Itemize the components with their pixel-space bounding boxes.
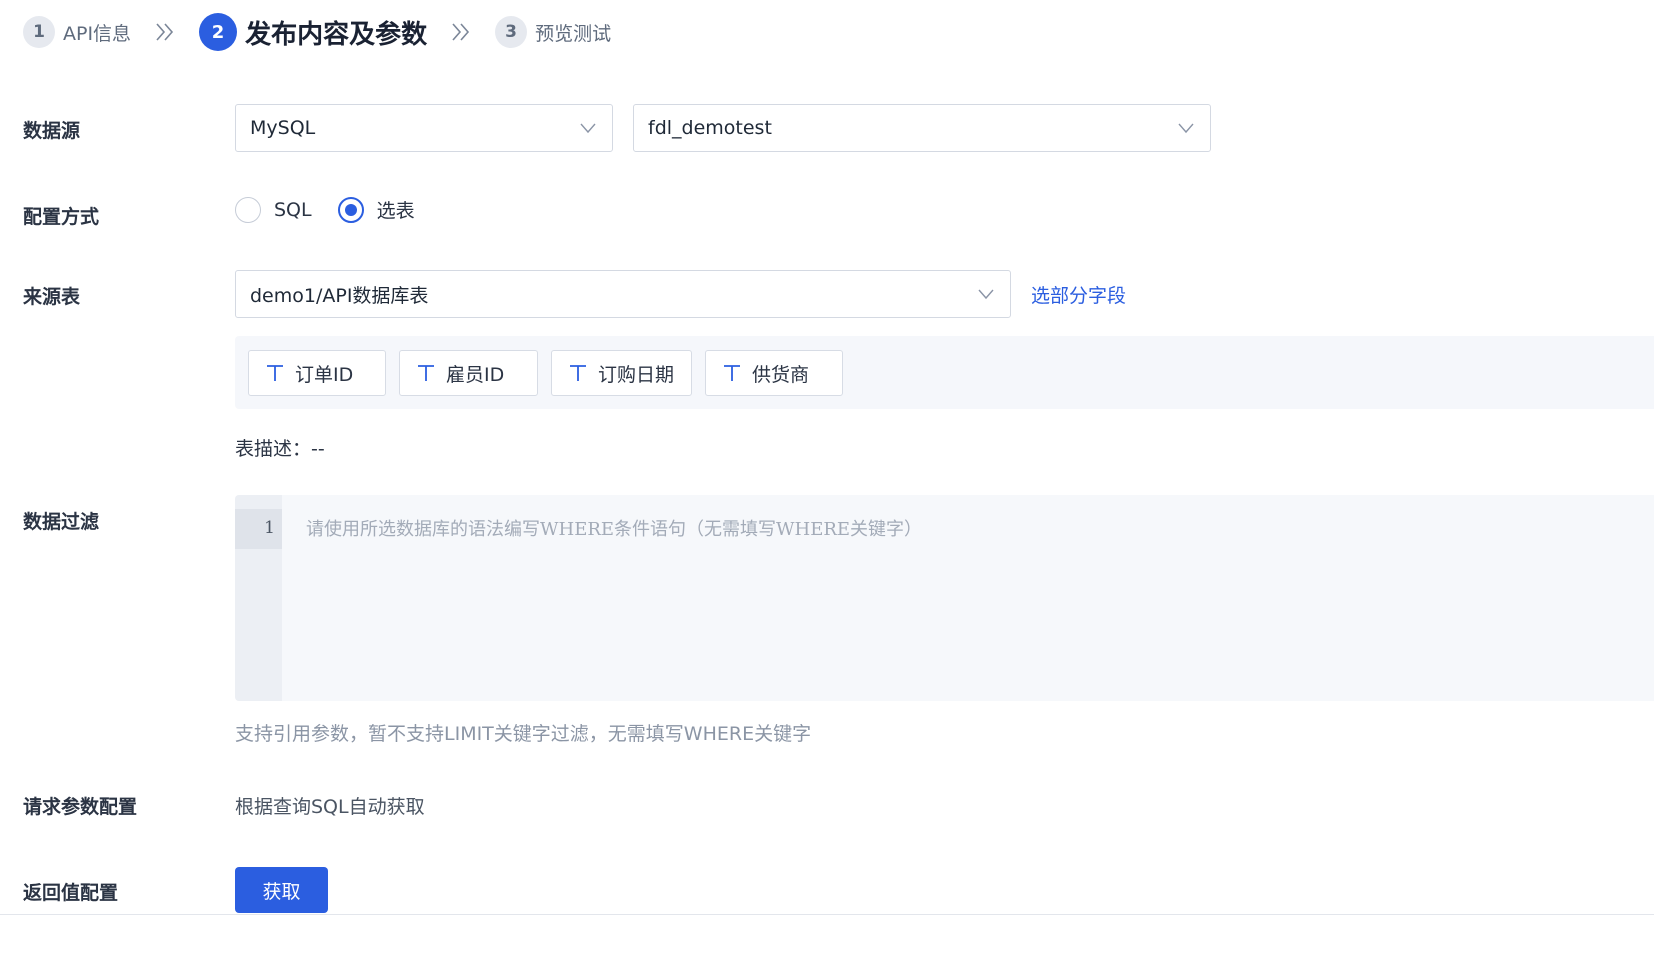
radio-select-table[interactable]: 选表	[337, 196, 415, 223]
datasource-type-value: MySQL	[250, 117, 316, 139]
field-tag[interactable]: 订购日期	[551, 350, 692, 396]
request-params-label: 请求参数配置	[23, 796, 138, 818]
field-list: 订单ID 雇员ID 订购日期 供货商	[235, 336, 1654, 409]
field-name: 订单ID	[295, 363, 354, 386]
radio-sql[interactable]: SQL	[235, 196, 312, 223]
field-tag[interactable]: 供货商	[705, 350, 843, 396]
radio-label: SQL	[274, 198, 312, 221]
datasource-type-select[interactable]: MySQL	[235, 104, 613, 152]
chevron-down-icon	[978, 289, 994, 300]
radio-circle-checked[interactable]	[337, 196, 364, 223]
filter-hint: 支持引用参数，暂不支持LIMIT关键字过滤，无需填写WHERE关键字	[235, 723, 812, 745]
config-mode-radio-group: SQL 选表	[235, 196, 441, 223]
radio-label: 选表	[376, 200, 415, 222]
where-clause-editor[interactable]: 1 请使用所选数据库的语法编写WHERE条件语句（无需填写WHERE关键字）	[235, 495, 1654, 701]
datasource-label: 数据源	[23, 120, 81, 142]
step-number: 2	[199, 13, 238, 51]
field-name: 订购日期	[598, 363, 675, 386]
step-label: API信息	[63, 22, 132, 45]
select-fields-link[interactable]: 选部分字段	[1031, 281, 1126, 308]
step-indicator: 1 API信息 2 发布内容及参数 3 预览测试	[23, 10, 611, 54]
data-filter-label: 数据过滤	[23, 511, 100, 533]
datasource-connection-select[interactable]: fdl_demotest	[633, 104, 1211, 152]
config-mode-label: 配置方式	[23, 206, 100, 228]
double-chevron-right-icon	[156, 23, 174, 41]
request-params-value: 根据查询SQL自动获取	[235, 796, 425, 818]
step-number: 1	[23, 16, 55, 48]
source-table-select[interactable]: demo1/API数据库表	[235, 270, 1011, 318]
api-publish-page: 1 API信息 2 发布内容及参数 3 预览测试 数据源 MySQL fdl_d…	[0, 0, 1654, 976]
step-preview-test[interactable]: 3 预览测试	[495, 16, 611, 48]
fetch-button[interactable]: 获取	[235, 867, 328, 913]
line-number: 1	[264, 518, 275, 538]
datasource-connection-value: fdl_demotest	[648, 117, 772, 139]
step-publish-content[interactable]: 2 发布内容及参数	[199, 13, 427, 51]
step-api-info[interactable]: 1 API信息	[23, 16, 131, 48]
table-description: 表描述：--	[235, 438, 325, 460]
step-number: 3	[495, 16, 528, 48]
editor-placeholder: 请使用所选数据库的语法编写WHERE条件语句（无需填写WHERE关键字）	[306, 519, 923, 540]
chevron-down-icon	[1178, 123, 1194, 134]
field-tag[interactable]: 订单ID	[248, 350, 386, 396]
text-type-icon	[418, 365, 434, 381]
field-tag[interactable]: 雇员ID	[399, 350, 538, 396]
text-type-icon	[724, 365, 740, 381]
text-type-icon	[570, 365, 586, 381]
step-label: 发布内容及参数	[245, 19, 428, 50]
field-name: 供货商	[752, 363, 810, 386]
field-name: 雇员ID	[446, 363, 505, 386]
source-table-label: 来源表	[23, 286, 81, 308]
double-chevron-right-icon	[452, 23, 470, 41]
source-table-value: demo1/API数据库表	[250, 284, 429, 307]
text-type-icon	[267, 365, 283, 381]
return-config-label: 返回值配置	[23, 882, 119, 904]
radio-circle[interactable]	[235, 196, 261, 223]
step-label: 预览测试	[535, 22, 612, 45]
chevron-down-icon	[580, 123, 596, 134]
divider	[0, 914, 1654, 915]
